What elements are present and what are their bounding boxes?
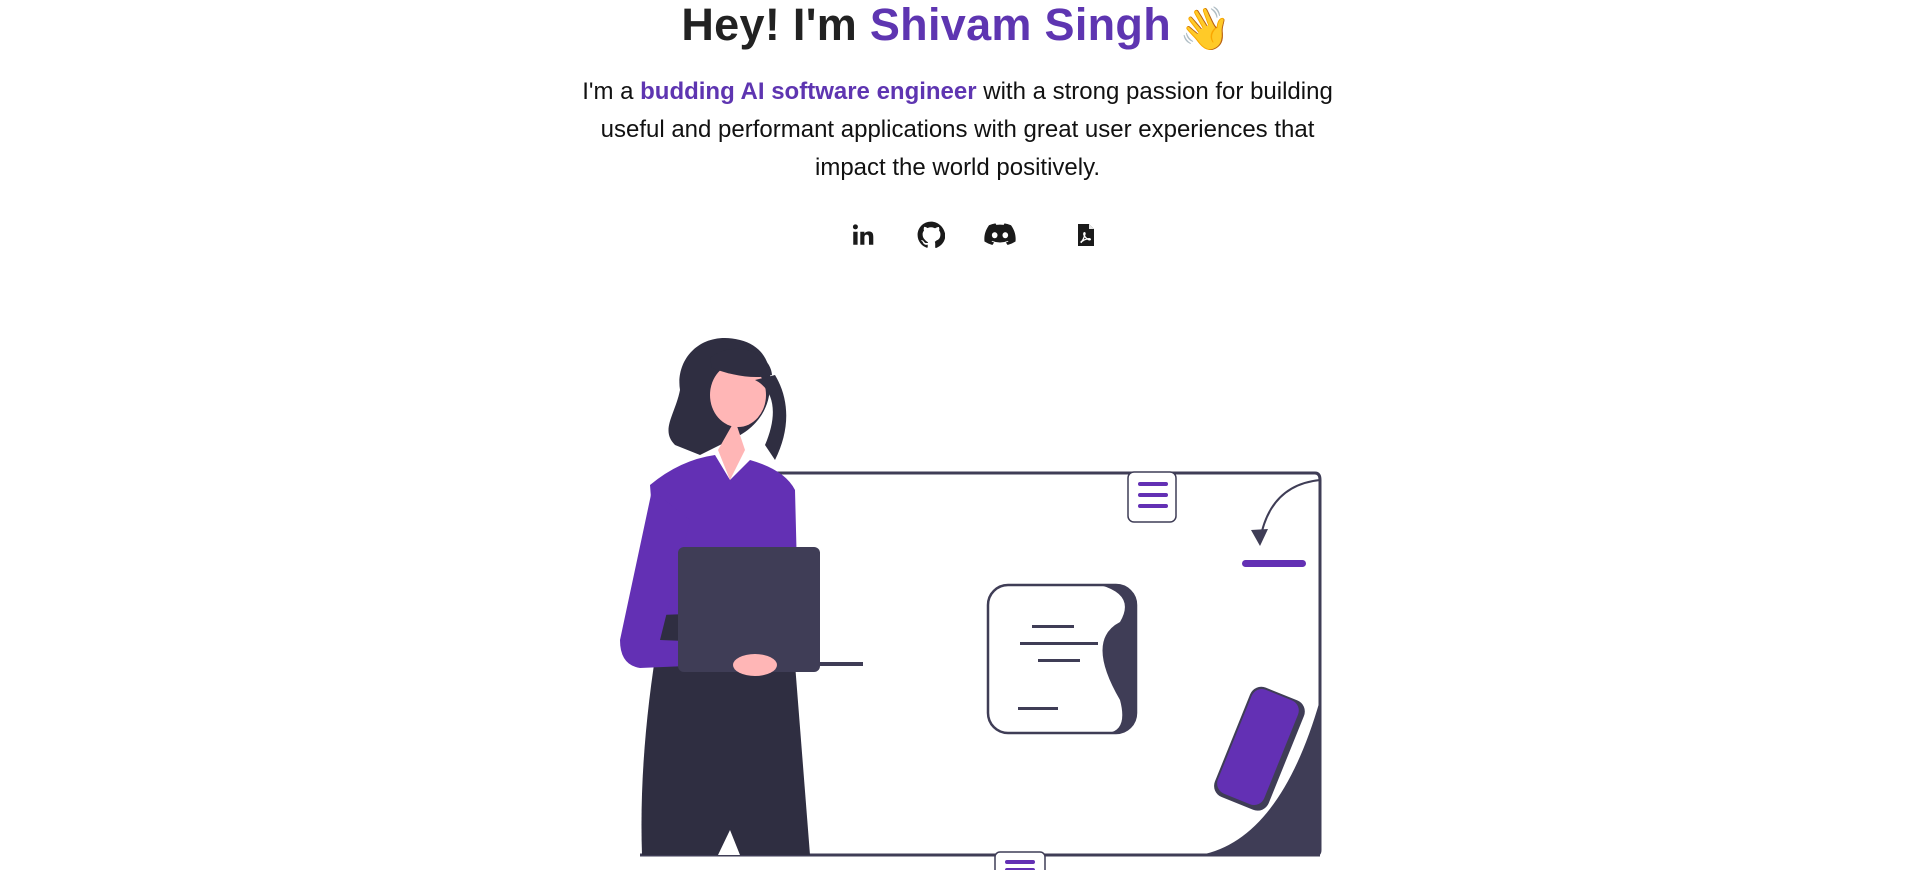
hero-illustration (620, 338, 1322, 870)
menu-card (1127, 471, 1177, 523)
hero-headline: Hey! I'm Shivam Singh 👋 (0, 0, 1913, 54)
discord-icon (984, 223, 1016, 245)
intro-prefix: I'm a (582, 78, 634, 105)
github-icon (917, 221, 945, 248)
intro-highlight: budding AI software engineer (640, 78, 977, 105)
greeting-text: Hey! I'm (681, 0, 858, 50)
accent-bar (1242, 560, 1306, 567)
linkedin-icon (852, 224, 874, 245)
hero-name: Shivam Singh (869, 0, 1171, 50)
social-links (0, 218, 1913, 254)
pdf-resume-icon (1078, 224, 1094, 246)
hero-section: Hey! I'm Shivam Singh 👋 I'm a budding AI … (0, 0, 1913, 870)
resume-link[interactable] (1069, 218, 1103, 252)
waving-hand-icon: 👋 (1179, 5, 1232, 52)
document-card (986, 583, 1138, 735)
discord-link[interactable] (983, 218, 1017, 252)
bottom-tab-card (994, 851, 1046, 870)
github-link[interactable] (914, 218, 948, 252)
linkedin-link[interactable] (846, 218, 880, 252)
hero-intro: I'm a budding AI software engineer with … (575, 73, 1340, 187)
